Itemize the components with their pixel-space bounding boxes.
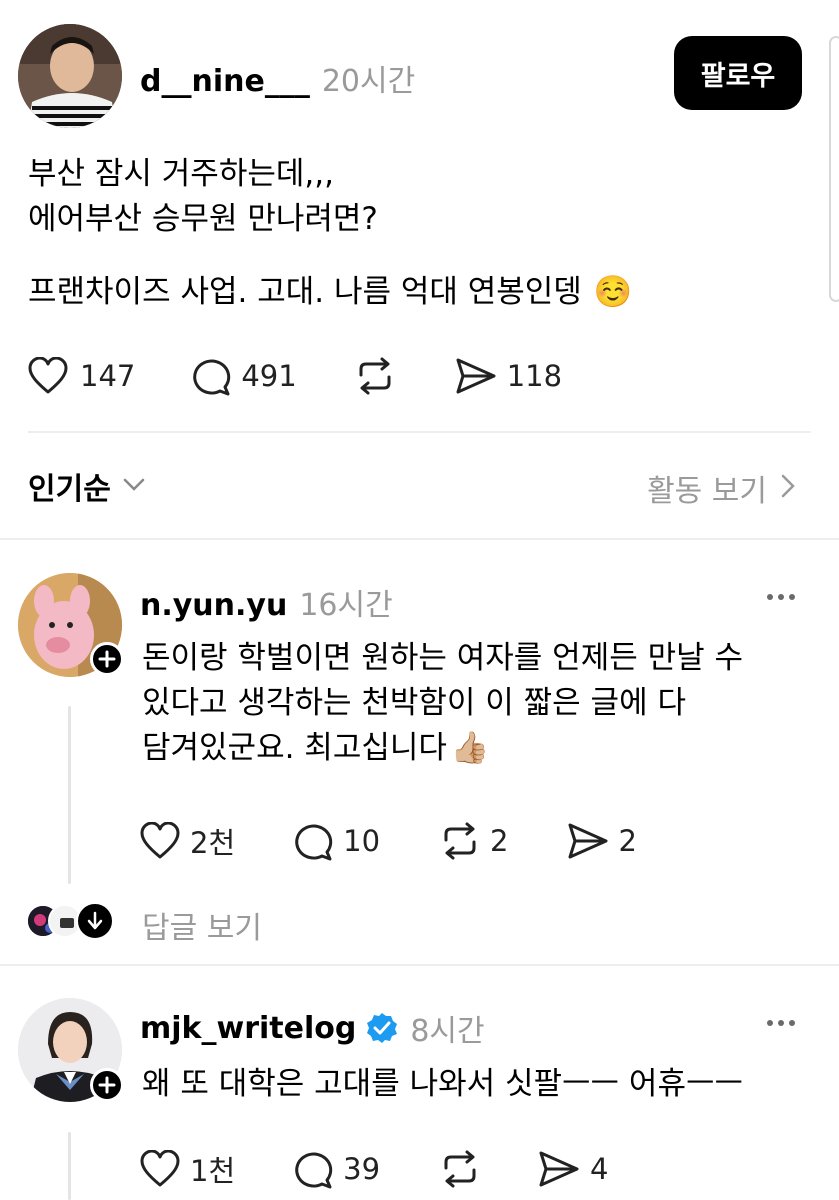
comment-button[interactable]: 491	[191, 356, 297, 396]
share-button[interactable]: 118	[455, 357, 562, 395]
repost-button[interactable]	[438, 1150, 482, 1188]
follow-plus-button[interactable]	[90, 1068, 124, 1102]
heart-icon	[140, 1150, 180, 1188]
reply-username[interactable]: n.yun.yu	[140, 588, 287, 623]
reply-line-1: 왜 또 대학은 고대를 나와서 싯팔ㅡㅡ 어휴ㅡㅡ	[142, 1066, 744, 1102]
post-line-3: 프랜차이즈 사업. 고대. 나름 억대 연봉인뎅	[28, 274, 582, 310]
like-button[interactable]: 2천	[140, 820, 235, 862]
heart-icon	[140, 822, 180, 860]
repost-count: 2	[490, 824, 509, 858]
reply-body: 왜 또 대학은 고대를 나와서 싯팔ㅡㅡ 어휴ㅡㅡ	[142, 1062, 832, 1107]
chevron-down-icon	[123, 477, 145, 496]
chevron-right-icon	[781, 474, 795, 502]
follow-button[interactable]: 팔로우	[674, 36, 802, 110]
like-count: 147	[80, 359, 136, 393]
smiling-emoji: ☺️	[593, 274, 633, 310]
repost-icon	[353, 357, 397, 395]
thread-line	[68, 1132, 71, 1200]
post-author-username[interactable]: d__nine___	[140, 64, 310, 99]
post-divider	[28, 431, 811, 433]
reply-participants	[26, 902, 116, 942]
comment-icon	[191, 356, 231, 396]
activity-link[interactable]: 활동 보기	[647, 466, 795, 510]
repost-icon	[438, 822, 482, 860]
reply-timestamp: 8시간	[410, 1014, 485, 1049]
section-divider	[0, 538, 839, 540]
expand-down-icon[interactable]	[76, 902, 114, 940]
comment-icon	[293, 821, 333, 861]
more-icon[interactable]	[767, 1020, 795, 1026]
like-count: 2천	[190, 826, 236, 860]
share-count: 2	[618, 824, 637, 858]
thread-line	[68, 706, 71, 884]
comment-icon	[293, 1149, 333, 1189]
post-line-2: 에어부산 승무원 만나려면?	[28, 201, 378, 237]
like-button[interactable]: 1천	[140, 1148, 235, 1190]
repost-icon	[438, 1150, 482, 1188]
post-body: 부산 잠시 거주하는데,,, 에어부산 승무원 만나려면? 프랜차이즈 사업. …	[28, 152, 808, 315]
thumbs-up-emoji: 👍🏼	[450, 730, 490, 766]
scrollbar[interactable]	[829, 36, 839, 302]
verified-badge-icon	[366, 1012, 398, 1044]
share-button[interactable]: 4	[538, 1150, 609, 1188]
comment-button[interactable]: 10	[293, 821, 380, 861]
like-count: 1천	[190, 1154, 236, 1188]
follow-plus-button[interactable]	[90, 642, 124, 676]
post-author-avatar[interactable]	[18, 24, 122, 128]
comment-button[interactable]: 39	[293, 1149, 380, 1189]
sort-dropdown[interactable]: 인기순	[28, 464, 145, 508]
post-line-1: 부산 잠시 거주하는데,,,	[28, 156, 334, 192]
reply-action-bar: 1천 39 4	[140, 1148, 609, 1190]
repost-button[interactable]	[353, 357, 397, 395]
share-count: 118	[506, 359, 563, 393]
reply-action-bar: 2천 10 2 2	[140, 820, 637, 862]
reply-line-1: 돈이랑 학벌이면 원하는 여자를 언제든 만날 수	[142, 640, 744, 676]
comment-count: 10	[343, 824, 381, 858]
reply-line-2: 있다고 생각하는 천박함이 이 짧은 글에 다	[142, 685, 686, 721]
send-icon	[567, 822, 609, 860]
reply-line-3: 담겨있군요. 최고십니다	[142, 730, 447, 766]
comment-count: 491	[241, 359, 297, 393]
view-replies-link[interactable]: 답글 보기	[142, 903, 262, 947]
activity-label: 활동 보기	[647, 474, 767, 509]
sort-label: 인기순	[28, 472, 111, 507]
reply-divider	[0, 964, 839, 966]
like-button[interactable]: 147	[28, 357, 135, 395]
reply-body: 돈이랑 학벌이면 원하는 여자를 언제든 만날 수 있다고 생각하는 천박함이 …	[142, 636, 832, 771]
follow-button-label: 팔로우	[700, 60, 776, 92]
reply-timestamp: 16시간	[299, 588, 393, 623]
share-count: 4	[590, 1152, 609, 1186]
post-timestamp: 20시간	[321, 64, 416, 99]
post-action-bar: 147 491 118	[28, 356, 562, 396]
more-icon[interactable]	[767, 594, 795, 600]
send-icon	[455, 357, 497, 395]
repost-button[interactable]: 2	[438, 822, 509, 860]
send-icon	[538, 1150, 580, 1188]
share-button[interactable]: 2	[567, 822, 637, 860]
comment-count: 39	[343, 1152, 381, 1186]
reply-username[interactable]: mjk_writelog	[140, 1011, 356, 1046]
heart-icon	[28, 357, 68, 395]
